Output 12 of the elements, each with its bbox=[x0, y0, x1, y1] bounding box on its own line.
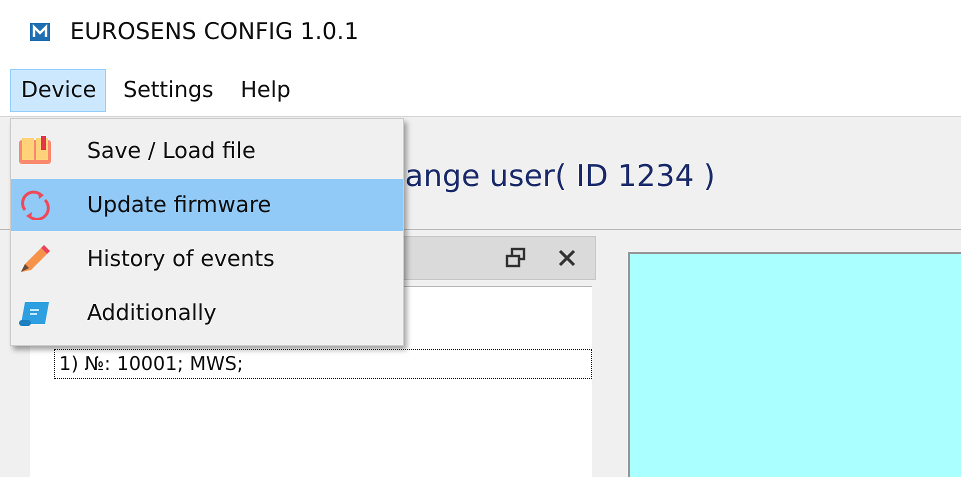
tree-item[interactable]: 1) №: 10001; MWS; bbox=[54, 349, 592, 379]
menu-item[interactable]: Help bbox=[229, 68, 301, 112]
dropdown-item[interactable]: Update firmware bbox=[11, 179, 403, 231]
book-icon bbox=[17, 136, 53, 166]
dropdown-item[interactable]: Additionally bbox=[11, 287, 403, 339]
app-logo-icon bbox=[28, 21, 52, 43]
dropdown-item[interactable]: History of events bbox=[11, 233, 403, 285]
menu-item[interactable]: Device bbox=[10, 68, 106, 112]
page-heading: ange user( ID 1234 ) bbox=[405, 159, 716, 194]
dropdown-item[interactable]: Save / Load file bbox=[11, 125, 403, 177]
window-title: EUROSENS CONFIG 1.0.1 bbox=[70, 19, 359, 45]
menu-item[interactable]: Settings bbox=[112, 68, 224, 112]
